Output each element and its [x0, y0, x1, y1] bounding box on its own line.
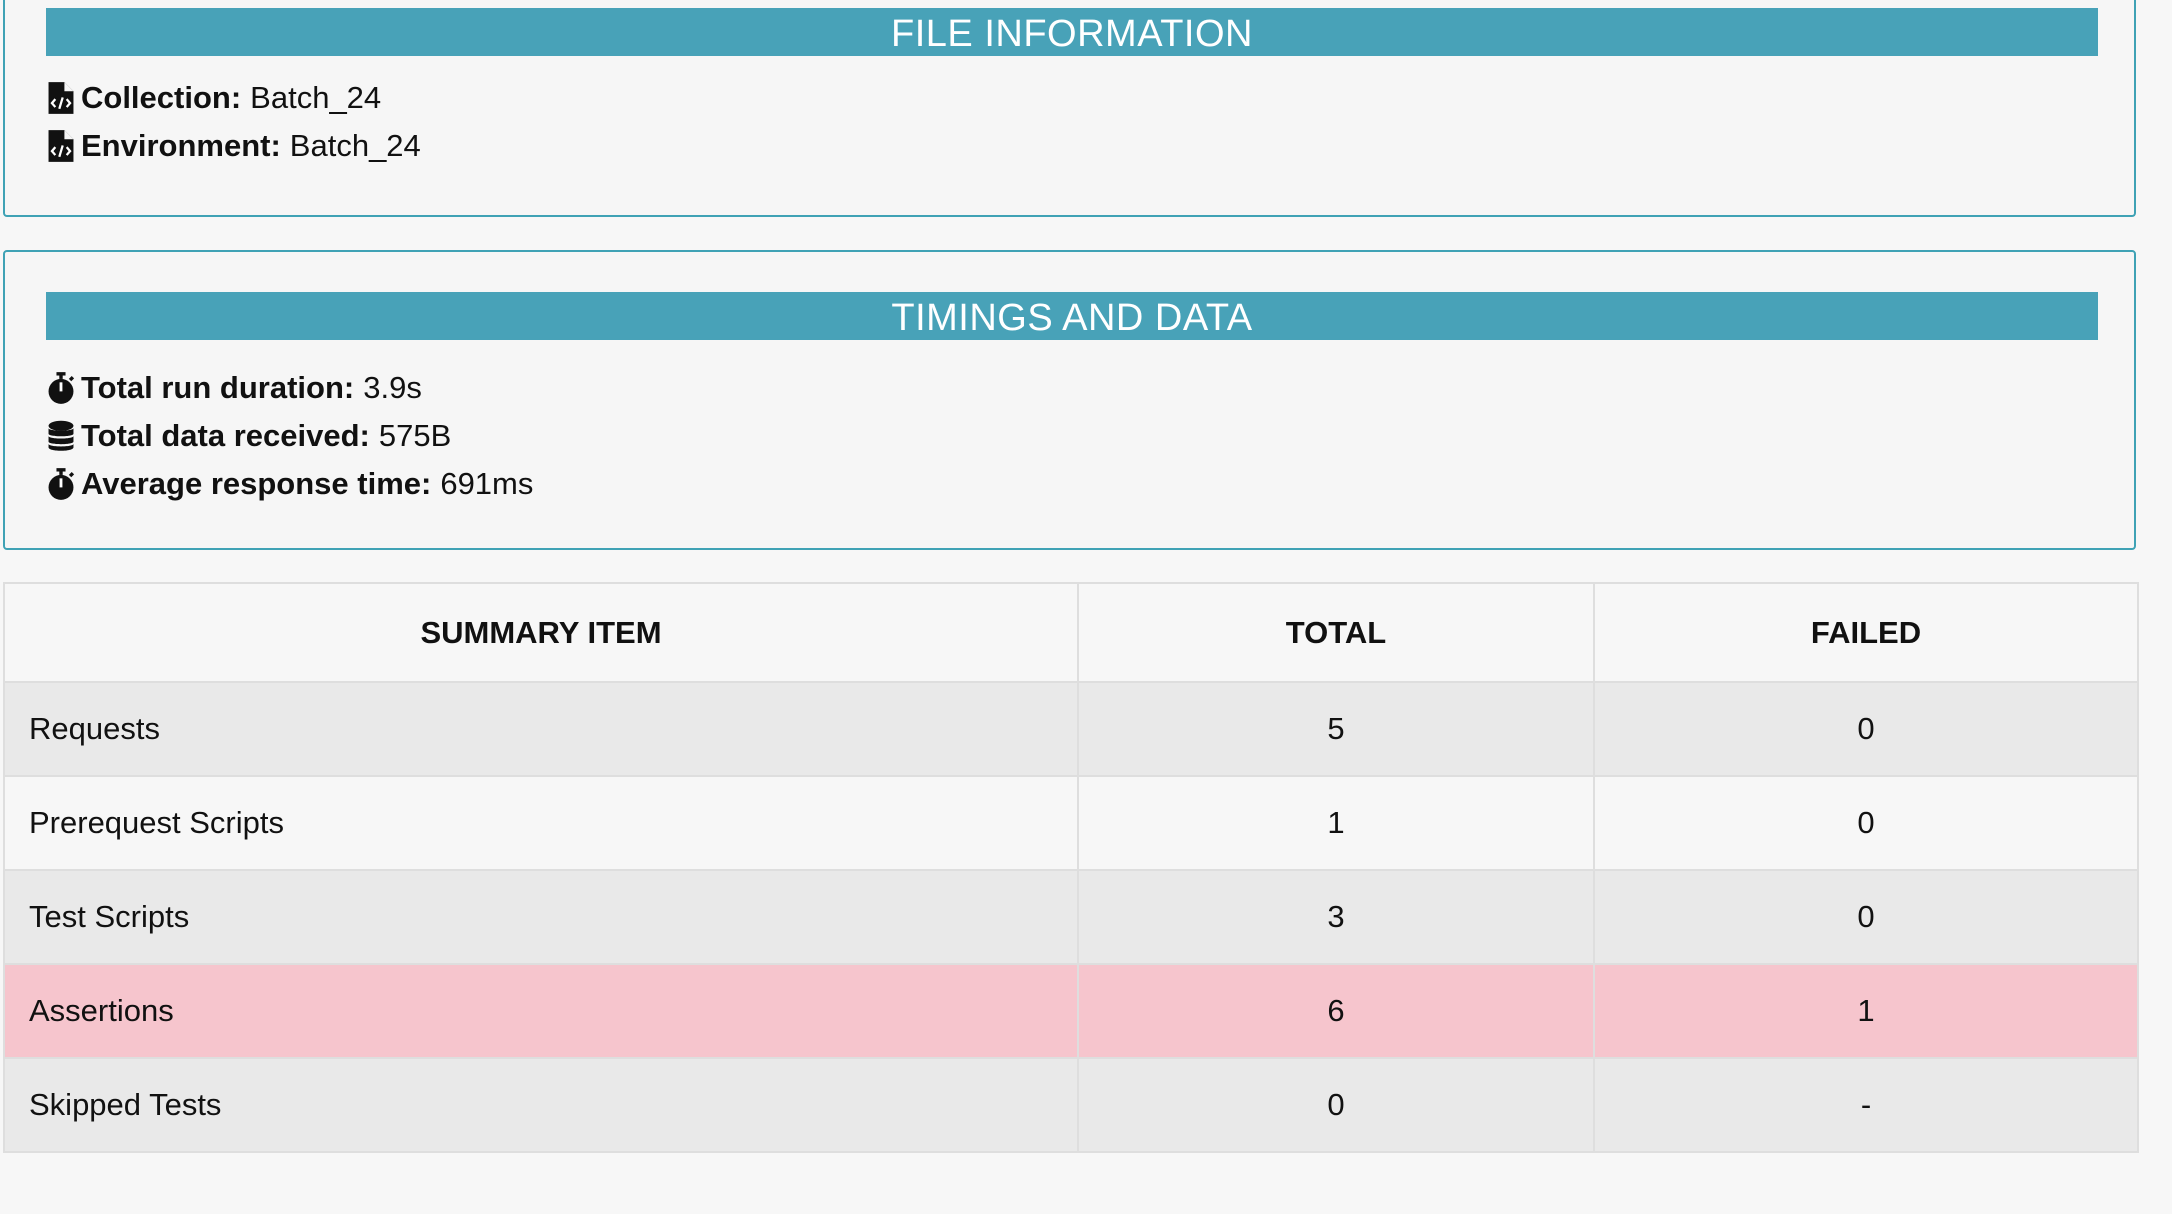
data-received-label: Total data received: [81, 418, 370, 453]
row-item: Skipped Tests [3, 1057, 1079, 1153]
summary-table: SUMMARY ITEM TOTAL FAILED Requests 5 0 P… [3, 582, 2139, 1153]
data-received-value: 575B [378, 418, 452, 453]
row-item: Prerequest Scripts [3, 775, 1079, 871]
row-item: Test Scripts [3, 869, 1079, 965]
row-failed: 0 [1593, 681, 2139, 777]
report-page: FILE INFORMATION Collection: Batch_24 En… [0, 0, 2172, 1214]
table-row: Skipped Tests 0 - [3, 1057, 2139, 1153]
header-summary-item: SUMMARY ITEM [3, 582, 1079, 683]
stopwatch-icon [47, 371, 75, 405]
row-total: 1 [1077, 775, 1595, 871]
file-code-icon [47, 81, 75, 115]
duration-value: 3.9s [363, 370, 422, 405]
table-row: Test Scripts 3 0 [3, 869, 2139, 965]
table-row: Requests 5 0 [3, 681, 2139, 777]
environment-value: Batch_24 [289, 128, 421, 163]
row-total: 3 [1077, 869, 1595, 965]
file-code-icon [47, 129, 75, 163]
row-item: Requests [3, 681, 1079, 777]
header-total: TOTAL [1077, 582, 1595, 683]
timings-title: TIMINGS AND DATA [46, 292, 2098, 340]
file-information-title: FILE INFORMATION [46, 8, 2098, 56]
summary-header-row: SUMMARY ITEM TOTAL FAILED [3, 582, 2139, 683]
row-failed: - [1593, 1057, 2139, 1153]
collection-value: Batch_24 [250, 80, 382, 115]
row-failed: 1 [1593, 963, 2139, 1059]
row-item: Assertions [3, 963, 1079, 1059]
average-response-line: Average response time: 691ms [47, 464, 533, 504]
row-total: 6 [1077, 963, 1595, 1059]
file-information-card: FILE INFORMATION Collection: Batch_24 En… [3, 0, 2136, 217]
stopwatch-icon [47, 467, 75, 501]
average-response-value: 691ms [440, 466, 534, 501]
row-failed: 0 [1593, 869, 2139, 965]
duration-label: Total run duration: [81, 370, 355, 405]
environment-line: Environment: Batch_24 [47, 126, 421, 166]
collection-label: Collection: [81, 80, 242, 115]
table-row: Prerequest Scripts 1 0 [3, 775, 2139, 871]
row-total: 0 [1077, 1057, 1595, 1153]
table-row-failed: Assertions 6 1 [3, 963, 2139, 1059]
average-response-label: Average response time: [81, 466, 432, 501]
row-total: 5 [1077, 681, 1595, 777]
row-failed: 0 [1593, 775, 2139, 871]
data-received-line: Total data received: 575B [47, 416, 451, 456]
database-icon [47, 419, 75, 453]
timings-card: TIMINGS AND DATA Total run duration: 3.9… [3, 250, 2136, 550]
duration-line: Total run duration: 3.9s [47, 368, 422, 408]
header-failed: FAILED [1593, 582, 2139, 683]
environment-label: Environment: [81, 128, 281, 163]
collection-line: Collection: Batch_24 [47, 78, 381, 118]
